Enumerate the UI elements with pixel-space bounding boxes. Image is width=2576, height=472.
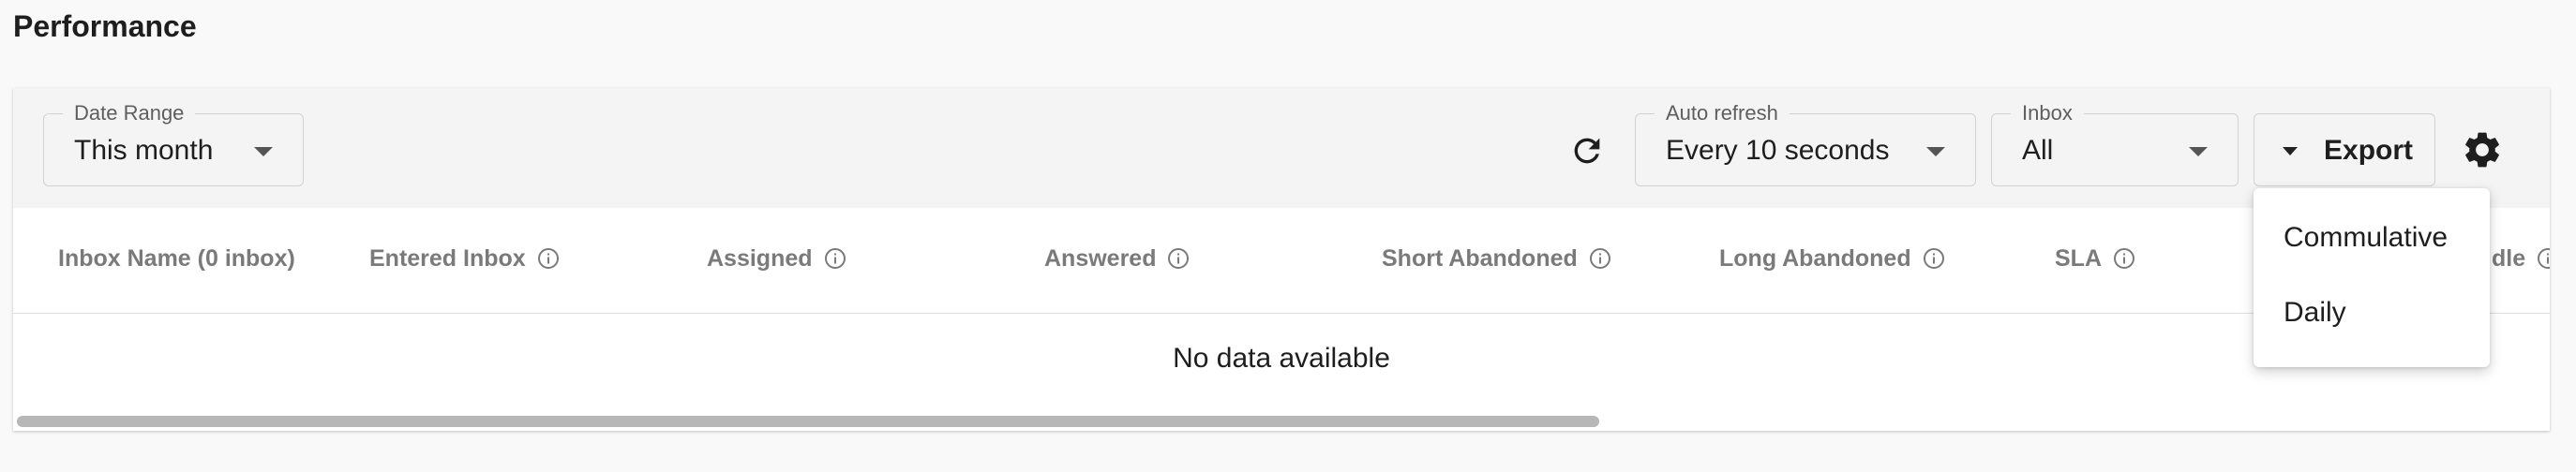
caret-down-icon bbox=[2283, 147, 2298, 155]
performance-panel: Date Range This month Auto refresh Every… bbox=[13, 88, 2550, 431]
column-header-sla[interactable]: SLA bbox=[2055, 243, 2135, 273]
date-range-label: Date Range bbox=[63, 102, 196, 125]
page-title: Performance bbox=[13, 9, 197, 43]
inbox-value: All bbox=[2022, 135, 2054, 166]
info-icon[interactable] bbox=[1923, 247, 1945, 270]
column-header-idle[interactable]: dle bbox=[2492, 243, 2550, 273]
toolbar: Date Range This month Auto refresh Every… bbox=[13, 88, 2550, 208]
chevron-down-icon bbox=[254, 147, 273, 156]
column-header-long-abandoned[interactable]: Long Abandoned bbox=[1719, 243, 1945, 273]
horizontal-scrollbar[interactable] bbox=[17, 416, 1599, 427]
info-icon[interactable] bbox=[1589, 247, 1611, 270]
table-header: Inbox Name (0 inbox) Entered Inbox Assig… bbox=[13, 208, 2550, 314]
auto-refresh-select[interactable]: Auto refresh Every 10 seconds bbox=[1635, 102, 1976, 186]
refresh-icon bbox=[1574, 138, 1600, 164]
column-header-assigned[interactable]: Assigned bbox=[707, 243, 846, 273]
export-menu: Commulative Daily bbox=[2254, 188, 2490, 367]
gear-icon bbox=[2465, 132, 2499, 168]
auto-refresh-label: Auto refresh bbox=[1655, 102, 1790, 125]
info-icon[interactable] bbox=[1167, 247, 1190, 270]
export-button[interactable]: Export bbox=[2254, 113, 2435, 186]
auto-refresh-value: Every 10 seconds bbox=[1666, 135, 1890, 166]
date-range-value: This month bbox=[74, 135, 214, 166]
inbox-label: Inbox bbox=[2011, 102, 2084, 125]
inbox-select[interactable]: Inbox All bbox=[1991, 102, 2239, 186]
export-label: Export bbox=[2324, 135, 2414, 166]
date-range-select[interactable]: Date Range This month bbox=[43, 102, 304, 186]
chevron-down-icon bbox=[2189, 147, 2208, 156]
info-icon[interactable] bbox=[2537, 247, 2550, 270]
info-icon[interactable] bbox=[824, 247, 846, 270]
refresh-button[interactable] bbox=[1564, 127, 1610, 174]
column-header-inbox-name[interactable]: Inbox Name (0 inbox) bbox=[58, 243, 295, 273]
menu-item-daily[interactable]: Daily bbox=[2284, 297, 2346, 329]
chevron-down-icon bbox=[1926, 147, 1945, 156]
column-header-entered-inbox[interactable]: Entered Inbox bbox=[369, 243, 560, 273]
column-header-short-abandoned[interactable]: Short Abandoned bbox=[1382, 243, 1611, 273]
info-icon[interactable] bbox=[2113, 247, 2135, 270]
column-header-answered[interactable]: Answered bbox=[1044, 243, 1190, 273]
menu-item-commulative[interactable]: Commulative bbox=[2284, 222, 2448, 254]
info-icon[interactable] bbox=[537, 247, 560, 270]
settings-button[interactable] bbox=[2458, 125, 2507, 174]
empty-state-message: No data available bbox=[1173, 343, 1390, 374]
